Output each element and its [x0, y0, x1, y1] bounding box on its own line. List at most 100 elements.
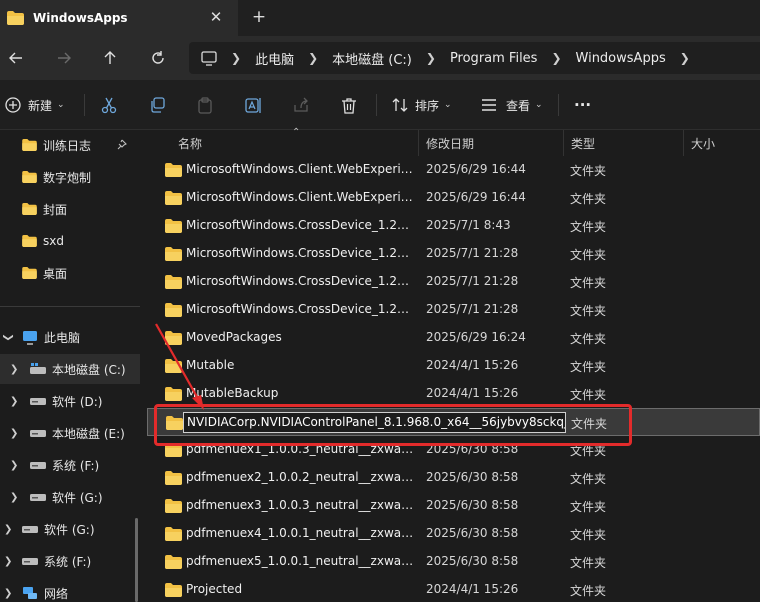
sidebar-item-label: 软件 (D:) — [52, 394, 103, 409]
column-size[interactable]: 大小 — [683, 130, 715, 156]
sidebar-item-quick-4[interactable]: sxd — [0, 226, 140, 256]
drive-icon — [30, 494, 46, 501]
column-name[interactable]: 名称 — [170, 130, 202, 156]
cut-button[interactable] — [101, 94, 117, 116]
chevron-down-icon: ⌄ — [444, 100, 452, 110]
folder-icon — [165, 359, 182, 373]
file-date: 2025/7/1 21:28 — [426, 246, 519, 260]
file-type: 文件夹 — [570, 304, 607, 318]
rename-button[interactable] — [245, 94, 263, 116]
file-date: 2025/7/1 8:43 — [426, 218, 511, 232]
file-type: 文件夹 — [570, 388, 607, 402]
sidebar-item-label: 数字炮制 — [43, 170, 92, 185]
breadcrumb-this-pc[interactable]: 此电脑 — [255, 49, 294, 68]
sidebar-item-drive-e[interactable]: ❯ 本地磁盘 (E:) — [0, 418, 140, 448]
sort-button[interactable]: 排序 ⌄ — [392, 94, 452, 116]
folder-icon — [165, 499, 182, 513]
back-button[interactable] — [4, 46, 28, 70]
network-icon — [23, 587, 37, 599]
delete-button[interactable] — [341, 94, 357, 116]
sort-label: 排序 — [415, 98, 440, 113]
sidebar-item-label: 系统 (F:) — [52, 458, 100, 473]
copy-button[interactable] — [149, 94, 165, 116]
trash-icon — [342, 97, 356, 114]
plus-circle-icon — [5, 97, 21, 113]
table-row[interactable]: MicrosoftWindows.Client.WebExperie... 202… — [147, 184, 760, 212]
sidebar-item-drive-g[interactable]: ❯ 软件 (G:) — [0, 482, 140, 512]
sidebar-item-label: sxd — [43, 234, 64, 248]
sidebar-item-label: 本地磁盘 (C:) — [52, 362, 126, 377]
chevron-right-icon: ❯ — [4, 587, 13, 599]
breadcrumb-program-files[interactable]: Program Files — [450, 51, 538, 66]
arrow-up-icon — [104, 51, 116, 64]
sidebar-item-drive-f[interactable]: ❯ 系统 (F:) — [0, 450, 140, 480]
drive-icon — [22, 558, 38, 565]
file-date: 2025/6/29 16:24 — [426, 330, 526, 344]
new-tab-button[interactable]: + — [248, 6, 270, 28]
forward-button[interactable] — [52, 46, 76, 70]
sidebar-item-this-pc[interactable]: ❯ 此电脑 — [0, 322, 140, 352]
file-date: 2025/6/30 8:58 — [426, 498, 519, 512]
folder-icon — [165, 527, 182, 541]
monitor-icon — [23, 330, 37, 345]
sidebar-scrollbar[interactable] — [135, 518, 138, 602]
sidebar-item-drive-d[interactable]: ❯ 软件 (D:) — [0, 386, 140, 416]
chevron-down-icon: ⌄ — [57, 100, 65, 110]
new-label: 新建 — [28, 98, 53, 113]
scissors-icon — [101, 97, 117, 113]
folder-icon — [165, 275, 182, 289]
file-date: 2025/7/1 21:28 — [426, 274, 519, 288]
table-row[interactable]: MicrosoftWindows.CrossDevice_1.25... 2025… — [147, 212, 760, 240]
table-row[interactable]: pdfmenuex2_1.0.0.2_neutral__zxwamg... 202… — [147, 464, 760, 492]
tab-windowsapps[interactable]: WindowsApps ✕ — [0, 0, 238, 36]
view-button[interactable]: 查看 ⌄ — [481, 94, 543, 116]
breadcrumb-windowsapps[interactable]: WindowsApps — [576, 51, 666, 66]
sidebar-item-label: 软件 (G:) — [52, 490, 103, 505]
sidebar-item-quick-5[interactable]: 桌面 — [0, 258, 140, 288]
sidebar-item-quick-1[interactable]: 训练日志 — [0, 130, 140, 160]
chevron-right-icon: ❯ — [308, 51, 319, 65]
sidebar-item-drive-c[interactable]: ❯ 本地磁盘 (C:) — [0, 354, 140, 384]
file-name: MovedPackages — [186, 330, 282, 344]
refresh-button[interactable] — [146, 46, 170, 70]
new-button[interactable]: 新建 ⌄ — [5, 94, 65, 116]
file-name: Projected — [186, 582, 243, 596]
sidebar-item-network[interactable]: ❯ 网络 — [0, 578, 140, 602]
column-type[interactable]: 类型 — [563, 130, 595, 156]
sidebar-item-drive-g-2[interactable]: ❯ 软件 (G:) — [0, 514, 140, 544]
file-type: 文件夹 — [570, 276, 607, 290]
table-row[interactable]: pdfmenuex3_1.0.0.3_neutral__zxwamg... 202… — [147, 492, 760, 520]
drive-icon — [30, 462, 46, 469]
column-date[interactable]: 修改日期 — [418, 130, 474, 156]
more-button[interactable]: ··· — [574, 94, 591, 116]
table-row[interactable]: MicrosoftWindows.CrossDevice_1.25... 2025… — [147, 296, 760, 324]
pin-icon — [117, 139, 127, 150]
chevron-right-icon: ❯ — [4, 523, 13, 535]
table-row[interactable]: MicrosoftWindows.CrossDevice_1.25... 2025… — [147, 268, 760, 296]
file-name: MutableBackup — [186, 386, 279, 400]
table-row[interactable]: MovedPackages 2025/6/29 16:24 文件夹 — [147, 324, 760, 352]
up-button[interactable] — [98, 46, 122, 70]
table-row[interactable]: MicrosoftWindows.Client.WebExperie... 202… — [147, 156, 760, 184]
share-button[interactable] — [293, 94, 310, 116]
table-row[interactable]: Projected 2024/4/1 15:26 文件夹 — [147, 576, 760, 602]
table-row[interactable]: pdfmenuex5_1.0.0.1_neutral__zxwamg... 202… — [147, 548, 760, 576]
sidebar-item-quick-2[interactable]: 数字炮制 — [0, 162, 140, 192]
sidebar-item-drive-f-2[interactable]: ❯ 系统 (F:) — [0, 546, 140, 576]
table-row[interactable]: pdfmenuex4_1.0.0.1_neutral__zxwamg... 202… — [147, 520, 760, 548]
table-row[interactable]: Mutable 2024/4/1 15:26 文件夹 — [147, 352, 760, 380]
file-type: 文件夹 — [570, 332, 607, 346]
address-bar[interactable]: ❯ 此电脑 ❯ 本地磁盘 (C:) ❯ Program Files ❯ Wind… — [189, 42, 760, 74]
sidebar-item-quick-3[interactable]: 封面 — [0, 194, 140, 224]
file-name: pdfmenuex5_1.0.0.1_neutral__zxwamg... — [186, 554, 416, 568]
close-tab-button[interactable]: ✕ — [205, 6, 227, 28]
view-label: 查看 — [506, 98, 531, 113]
paste-button[interactable] — [197, 94, 213, 116]
column-header: ⌃ 名称 修改日期 类型 大小 — [147, 127, 760, 156]
tab-strip: WindowsApps ✕ + — [0, 0, 760, 36]
file-type: 文件夹 — [570, 192, 607, 206]
sidebar-item-label: 训练日志 — [43, 138, 92, 153]
chevron-right-icon: ❯ — [10, 427, 19, 439]
table-row[interactable]: MicrosoftWindows.CrossDevice_1.25... 2025… — [147, 240, 760, 268]
breadcrumb-c-drive[interactable]: 本地磁盘 (C:) — [332, 49, 412, 68]
